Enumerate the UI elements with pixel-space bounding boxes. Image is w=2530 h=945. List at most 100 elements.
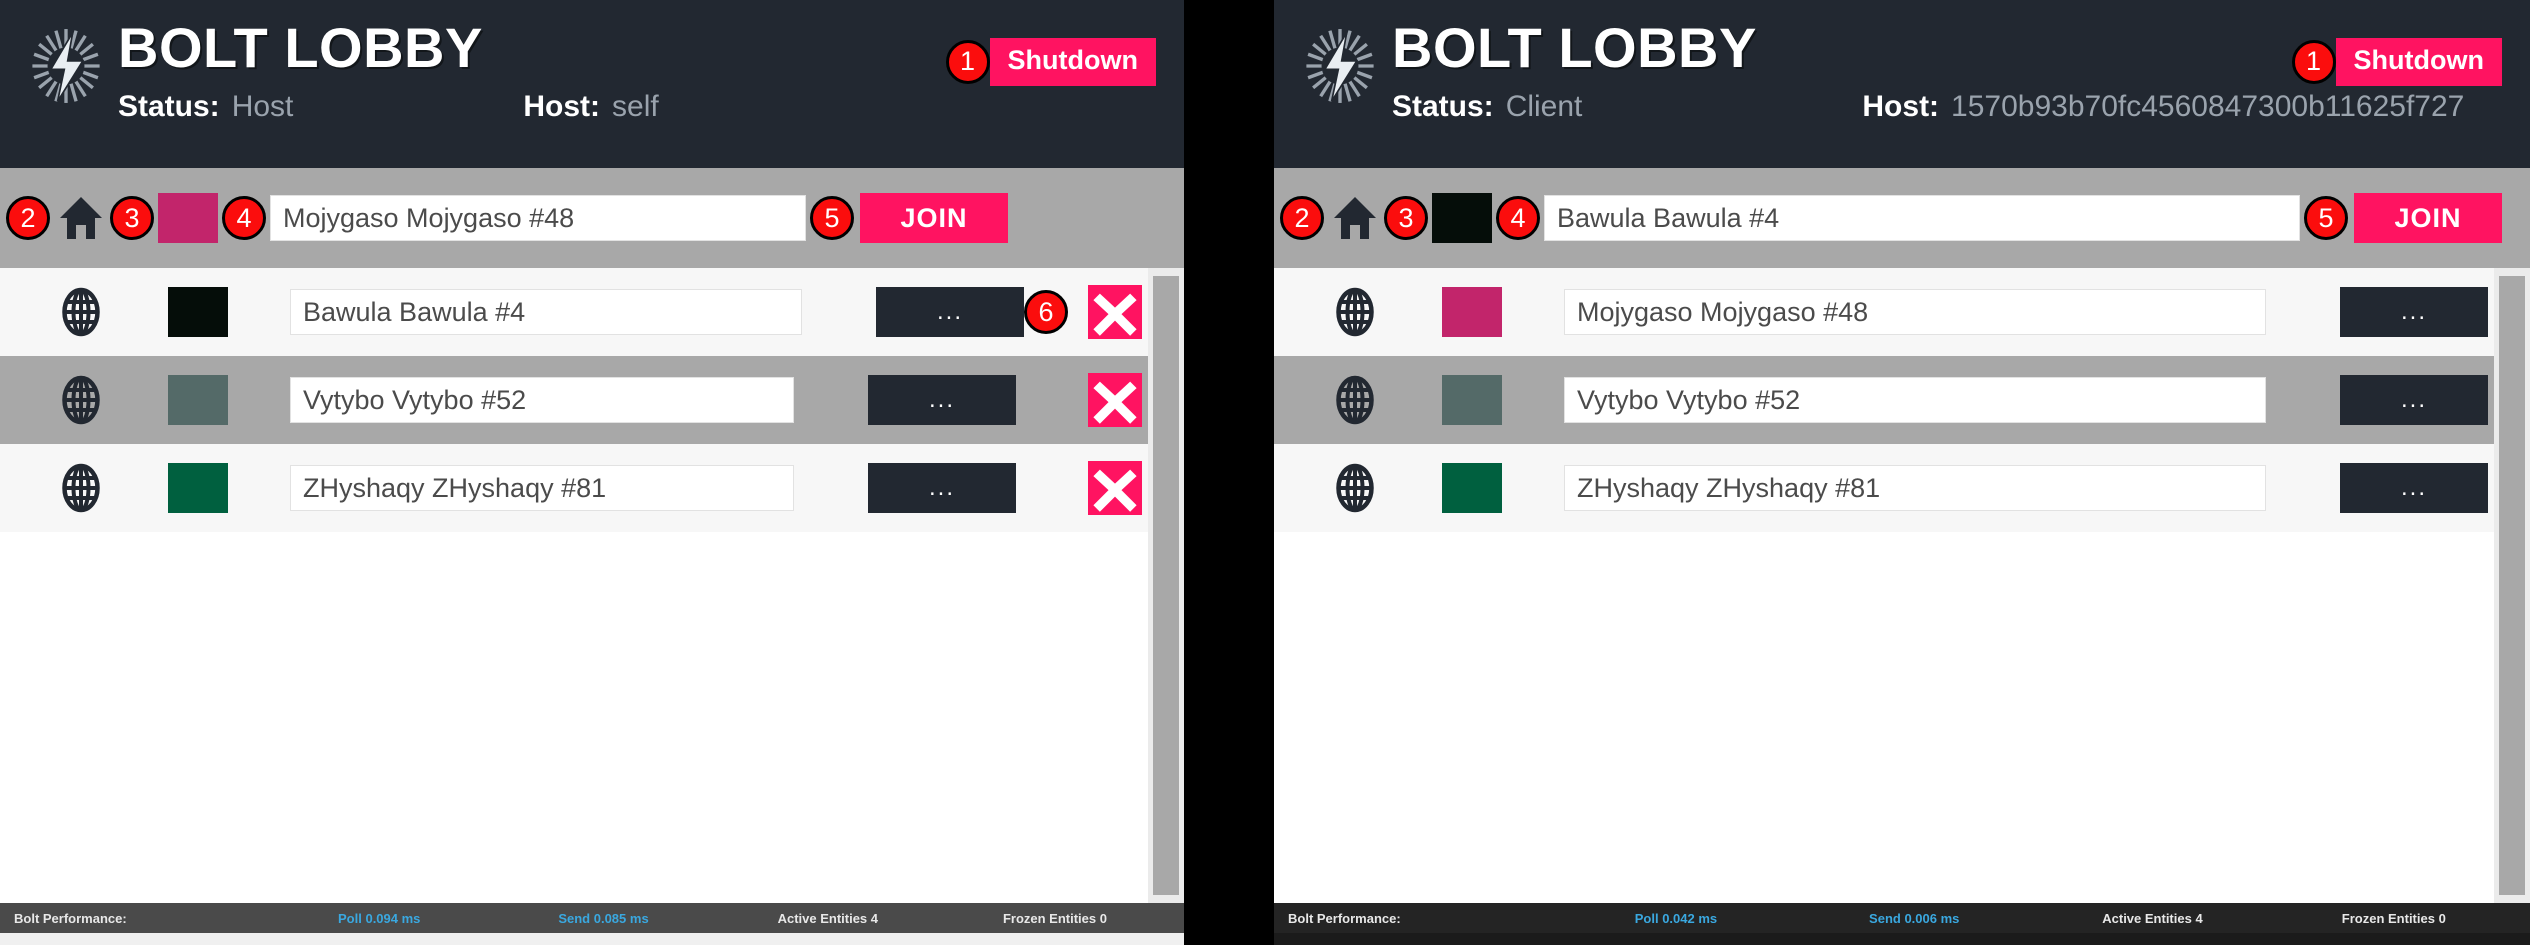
bolt-logo-icon	[1298, 24, 1382, 108]
callout-badge-3: 3	[1384, 196, 1428, 240]
status-label: Status:	[1392, 90, 1494, 123]
name-input[interactable]: Bawula Bawula #4	[1544, 195, 2300, 241]
table-row: Vytybo Vytybo #52 ...	[1274, 356, 2494, 444]
status-value: Client	[1505, 90, 1583, 123]
panel-divider	[1184, 0, 1274, 945]
host-label: Host:	[523, 90, 601, 123]
host-value: 1570b93b70fc4560847300b11625f727	[1951, 90, 2465, 123]
callout-badge-1: 1	[2291, 39, 2336, 84]
send-stat: Send 0.006 ms	[1869, 910, 1960, 926]
client-toolbar: 2 3 4 Bawula Bawula #4 5 JOIN	[1274, 168, 2530, 268]
shutdown-control-group: 1 Shutdown	[945, 38, 1156, 86]
panel-bottom-edge	[1274, 933, 2530, 945]
row-color-swatch	[168, 287, 228, 337]
row-name-field[interactable]: Vytybo Vytybo #52	[290, 377, 794, 423]
row-close-slot	[1016, 461, 1142, 515]
row-name-field[interactable]: Bawula Bawula #4	[290, 289, 802, 335]
globe-icon	[56, 287, 106, 337]
row-options-button[interactable]: ...	[876, 287, 1024, 337]
globe-icon	[56, 463, 106, 513]
row-name-field[interactable]: ZHyshaqy ZHyshaqy #81	[1564, 465, 2266, 511]
client-list-area: Mojygaso Mojygaso #48 ... Vytybo Vytybo …	[1274, 268, 2530, 903]
table-row: Mojygaso Mojygaso #48 ...	[1274, 268, 2494, 356]
table-row: Bawula Bawula #4 ... 6	[0, 268, 1148, 356]
row-options-button[interactable]: ...	[868, 375, 1016, 425]
status-value: Host	[231, 90, 294, 123]
bolt-logo-icon	[24, 24, 108, 108]
host-panel-header: BOLT LOBBY Status: Host Host: self 1 Shu…	[0, 0, 1184, 168]
host-meta: Host: 1570b93b70fc4560847300b11625f727	[1862, 90, 2464, 124]
host-panel: BOLT LOBBY Status: Host Host: self 1 Shu…	[0, 0, 1184, 945]
row-name-field[interactable]: Mojygaso Mojygaso #48	[1564, 289, 2266, 335]
performance-label: Bolt Performance:	[14, 910, 127, 926]
frozen-entities-stat: Frozen Entities 0	[1002, 910, 1107, 926]
row-close-slot	[1016, 373, 1142, 427]
row-color-swatch	[1442, 375, 1502, 425]
active-entities-stat: Active Entities 4	[2102, 910, 2203, 926]
scrollbar-thumb[interactable]	[2499, 276, 2525, 895]
color-swatch-button[interactable]	[158, 193, 218, 243]
scrollbar-thumb[interactable]	[1153, 276, 1179, 895]
home-icon[interactable]	[1330, 193, 1380, 243]
callout-badge-2: 2	[1280, 196, 1324, 240]
name-input[interactable]: Mojygaso Mojygaso #48	[270, 195, 806, 241]
poll-stat: Poll 0.042 ms	[1634, 910, 1718, 926]
active-entities-stat: Active Entities 4	[777, 910, 879, 926]
join-button[interactable]: JOIN	[860, 193, 1008, 243]
page-title: BOLT LOBBY	[118, 16, 483, 79]
host-player-list: Bawula Bawula #4 ... 6 Vytybo Vytybo #52…	[0, 268, 1148, 903]
callout-badge-3: 3	[110, 196, 154, 240]
row-color-swatch	[168, 375, 228, 425]
row-color-swatch	[1442, 287, 1502, 337]
color-swatch-button[interactable]	[1432, 193, 1492, 243]
host-list-area: Bawula Bawula #4 ... 6 Vytybo Vytybo #52…	[0, 268, 1184, 903]
vertical-scrollbar[interactable]	[2494, 268, 2530, 903]
host-value: self	[612, 90, 659, 123]
table-row: ZHyshaqy ZHyshaqy #81 ...	[1274, 444, 2494, 532]
frozen-entities-stat: Frozen Entities 0	[2341, 910, 2446, 926]
table-row: ZHyshaqy ZHyshaqy #81 ...	[0, 444, 1148, 532]
client-status-bar: Bolt Performance: Poll 0.042 ms Send 0.0…	[1274, 903, 2530, 933]
row-color-swatch	[1442, 463, 1502, 513]
status-label: Status:	[118, 90, 220, 123]
header-meta-row: Status: Host Host: self	[118, 90, 659, 124]
callout-badge-4: 4	[1496, 196, 1540, 240]
close-x-icon[interactable]	[1088, 373, 1142, 427]
row-color-swatch	[168, 463, 228, 513]
close-x-icon[interactable]	[1088, 285, 1142, 339]
row-name-field[interactable]: Vytybo Vytybo #52	[1564, 377, 2266, 423]
row-options-button[interactable]: ...	[2340, 287, 2488, 337]
vertical-scrollbar[interactable]	[1148, 268, 1184, 903]
join-button[interactable]: JOIN	[2354, 193, 2502, 243]
client-panel-header: BOLT LOBBY Status: Client Host: 1570b93b…	[1274, 0, 2530, 168]
host-toolbar: 2 3 4 Mojygaso Mojygaso #48 5 JOIN	[0, 168, 1184, 268]
row-close-slot: 6	[1024, 285, 1142, 339]
globe-icon	[1330, 463, 1380, 513]
callout-badge-1: 1	[945, 39, 990, 84]
shutdown-button[interactable]: Shutdown	[2335, 38, 2502, 86]
close-x-icon[interactable]	[1088, 461, 1142, 515]
callout-badge-5: 5	[2304, 196, 2348, 240]
poll-stat: Poll 0.094 ms	[338, 910, 421, 926]
callout-badge-6: 6	[1024, 290, 1068, 334]
home-icon[interactable]	[56, 193, 106, 243]
bolt-lobby-comparison-screen: BOLT LOBBY Status: Host Host: self 1 Shu…	[0, 0, 2530, 945]
host-label: Host:	[1862, 90, 1940, 123]
shutdown-button[interactable]: Shutdown	[989, 38, 1156, 86]
send-stat: Send 0.085 ms	[558, 910, 649, 926]
shutdown-control-group: 1 Shutdown	[2291, 38, 2502, 86]
performance-label: Bolt Performance:	[1288, 910, 1401, 926]
globe-icon	[1330, 287, 1380, 337]
callout-badge-5: 5	[810, 196, 854, 240]
row-options-button[interactable]: ...	[2340, 375, 2488, 425]
table-row: Vytybo Vytybo #52 ...	[0, 356, 1148, 444]
callout-badge-4: 4	[222, 196, 266, 240]
client-panel: BOLT LOBBY Status: Client Host: 1570b93b…	[1274, 0, 2530, 945]
brand-block: BOLT LOBBY Status: Host Host: self	[118, 20, 659, 124]
header-meta-row: Status: Client Host: 1570b93b70fc4560847…	[1392, 90, 2464, 124]
host-meta: Host: self	[523, 90, 658, 124]
globe-icon	[1330, 375, 1380, 425]
row-name-field[interactable]: ZHyshaqy ZHyshaqy #81	[290, 465, 794, 511]
row-options-button[interactable]: ...	[868, 463, 1016, 513]
row-options-button[interactable]: ...	[2340, 463, 2488, 513]
